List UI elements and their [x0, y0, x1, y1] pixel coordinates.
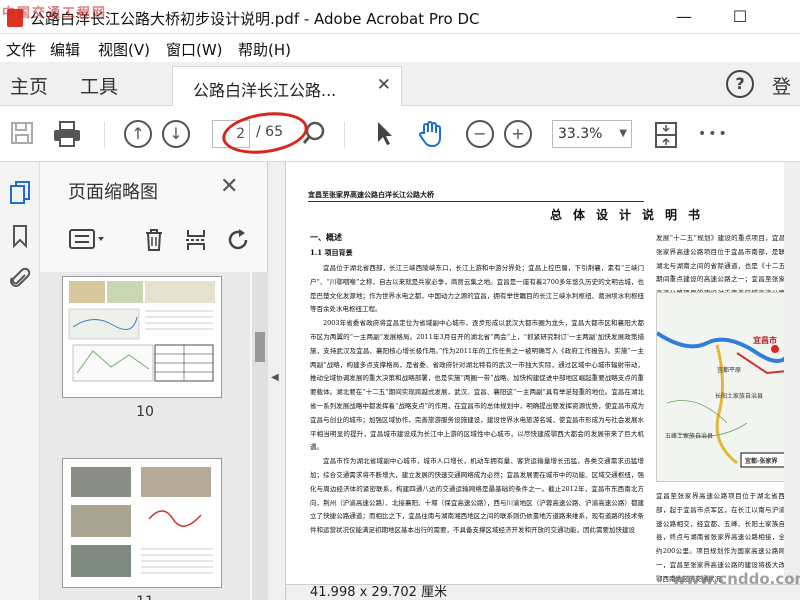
toolbar-divider	[344, 122, 345, 148]
thumbnail-page-10[interactable]	[62, 276, 222, 398]
page-size-readout: 41.998 x 29.702 厘米	[310, 585, 448, 600]
zoom-level-select[interactable]: 33.3% ▼	[552, 120, 632, 148]
crop-page-icon[interactable]	[184, 228, 208, 257]
watermark-top: 中国交通工程网	[2, 6, 108, 21]
delete-page-icon[interactable]	[142, 228, 166, 257]
tools-tab[interactable]: 工具	[80, 72, 118, 99]
attachment-icon[interactable]	[8, 266, 32, 292]
panel-toolbar	[40, 218, 268, 262]
pdf-page: 宜昌至张家界高速公路白洋长江公路大桥 总体设计说明书 一、概述 1.1 项目背景…	[286, 162, 800, 600]
menu-file[interactable]: 文件	[6, 39, 36, 60]
login-link[interactable]: 登	[772, 72, 791, 99]
map-label-plain: 宜都平原	[717, 367, 742, 374]
map-label-city: 宜昌市	[753, 335, 777, 345]
next-page-icon[interactable]: ↓	[162, 120, 190, 148]
body-text: 宜昌位于湖北省西部，长江三峡西陵峡东口，长江上游和中游分界处；宜昌上控巴蜀，下引…	[310, 262, 644, 538]
map-label-county: 长阳土家族自治县	[715, 393, 764, 400]
menu-bar: 文件 编辑 视图(V) 窗口(W) 帮助(H)	[0, 34, 800, 62]
menu-view[interactable]: 视图(V)	[98, 39, 150, 60]
zoom-out-icon[interactable]: −	[466, 120, 494, 148]
page-header: 宜昌至张家界高速公路白洋长江公路大桥	[308, 190, 434, 199]
menu-edit[interactable]: 编辑	[50, 39, 80, 60]
page-thumbnails-icon[interactable]	[8, 180, 32, 206]
paragraph: 2003年省委省政府将宜昌定位为省域副中心城市，逐步形成以武汉大都市圈为龙头，宜…	[310, 319, 644, 452]
panel-title: 页面缩略图	[68, 182, 158, 203]
thumbnail-label: 10	[136, 404, 154, 420]
home-tab[interactable]: 主页	[10, 72, 48, 99]
subsection-heading: 1.1 项目背景	[310, 248, 353, 257]
zoom-in-icon[interactable]: +	[504, 120, 532, 148]
chevron-down-icon: ▼	[619, 128, 627, 139]
close-tab-icon[interactable]: ✕	[377, 75, 391, 95]
watermark-bottom: www.cnddo.com	[672, 570, 800, 588]
title-bar: 公路白洋长江公路大桥初步设计说明.pdf - Adobe Acrobat Pro…	[0, 0, 800, 34]
map-label-region: 五峰土家族自治县	[665, 433, 714, 440]
nav-bar: 主页 工具 公路白洋长江公路... ✕ ? 登	[0, 62, 800, 106]
rotate-page-icon[interactable]	[226, 228, 252, 257]
toolbar: ↑ ↓ 2 / 65 − + 33.3% ▼ •••	[0, 106, 800, 162]
thumbnail-page-11[interactable]	[62, 458, 222, 588]
menu-help[interactable]: 帮助(H)	[238, 39, 291, 60]
document-scrollbar[interactable]	[784, 162, 800, 584]
thumbnail-list[interactable]: 10 11	[40, 272, 250, 600]
toolbar-divider	[104, 122, 105, 148]
paragraph: 宜昌位于湖北省西部，长江三峡西陵峡东口，长江上游和中游分界处；宜昌上控巴蜀，下引…	[310, 264, 644, 314]
select-cursor-icon[interactable]	[370, 120, 398, 148]
hand-tool-icon[interactable]	[416, 120, 444, 148]
fit-page-icon[interactable]	[652, 120, 680, 148]
scrollbar-thumb[interactable]	[255, 332, 265, 362]
menu-window[interactable]: 窗口(W)	[166, 39, 223, 60]
document-heading: 总体设计说明书	[550, 208, 712, 222]
bookmark-icon[interactable]	[8, 224, 32, 250]
document-view[interactable]: 宜昌至张家界高速公路白洋长江公路大桥 总体设计说明书 一、概述 1.1 项目背景…	[286, 162, 800, 600]
panel-collapse-strip[interactable]: ◀	[268, 162, 286, 600]
collapse-arrow-icon[interactable]: ◀	[271, 372, 279, 383]
maximize-button[interactable]: ☐	[718, 4, 762, 30]
thumbnails-panel: 页面缩略图 ✕ 10	[40, 162, 268, 600]
zoom-level-value: 33.3%	[558, 126, 603, 142]
more-tools-icon[interactable]: •••	[698, 120, 727, 148]
help-icon[interactable]: ?	[726, 70, 754, 98]
minimize-button[interactable]: —	[662, 4, 706, 30]
thumbnail-label: 11	[40, 594, 250, 600]
left-rail	[0, 162, 40, 600]
document-tab-label: 公路白洋长江公路...	[193, 81, 337, 100]
thumbnail-options-icon[interactable]	[68, 228, 106, 255]
section-heading: 一、概述	[310, 232, 342, 242]
panel-scrollbar[interactable]	[252, 272, 268, 600]
paragraph: 宜昌市作为湖北省域副中心城市，城市人口增长，机动车拥有量、客货运输量增长迅猛，各…	[310, 457, 644, 535]
document-tab[interactable]: 公路白洋长江公路... ✕	[172, 66, 402, 106]
print-icon[interactable]	[52, 120, 80, 148]
save-icon[interactable]	[8, 120, 36, 148]
header-rule	[308, 201, 644, 202]
route-map: 宜昌市 宜都平原 长阳土家族自治县 五峰土家族自治县 宜都-张家界	[656, 292, 792, 482]
close-panel-icon[interactable]: ✕	[220, 174, 238, 199]
prev-page-icon[interactable]: ↑	[124, 120, 152, 148]
map-label-route: 宜都-张家界	[745, 458, 778, 465]
